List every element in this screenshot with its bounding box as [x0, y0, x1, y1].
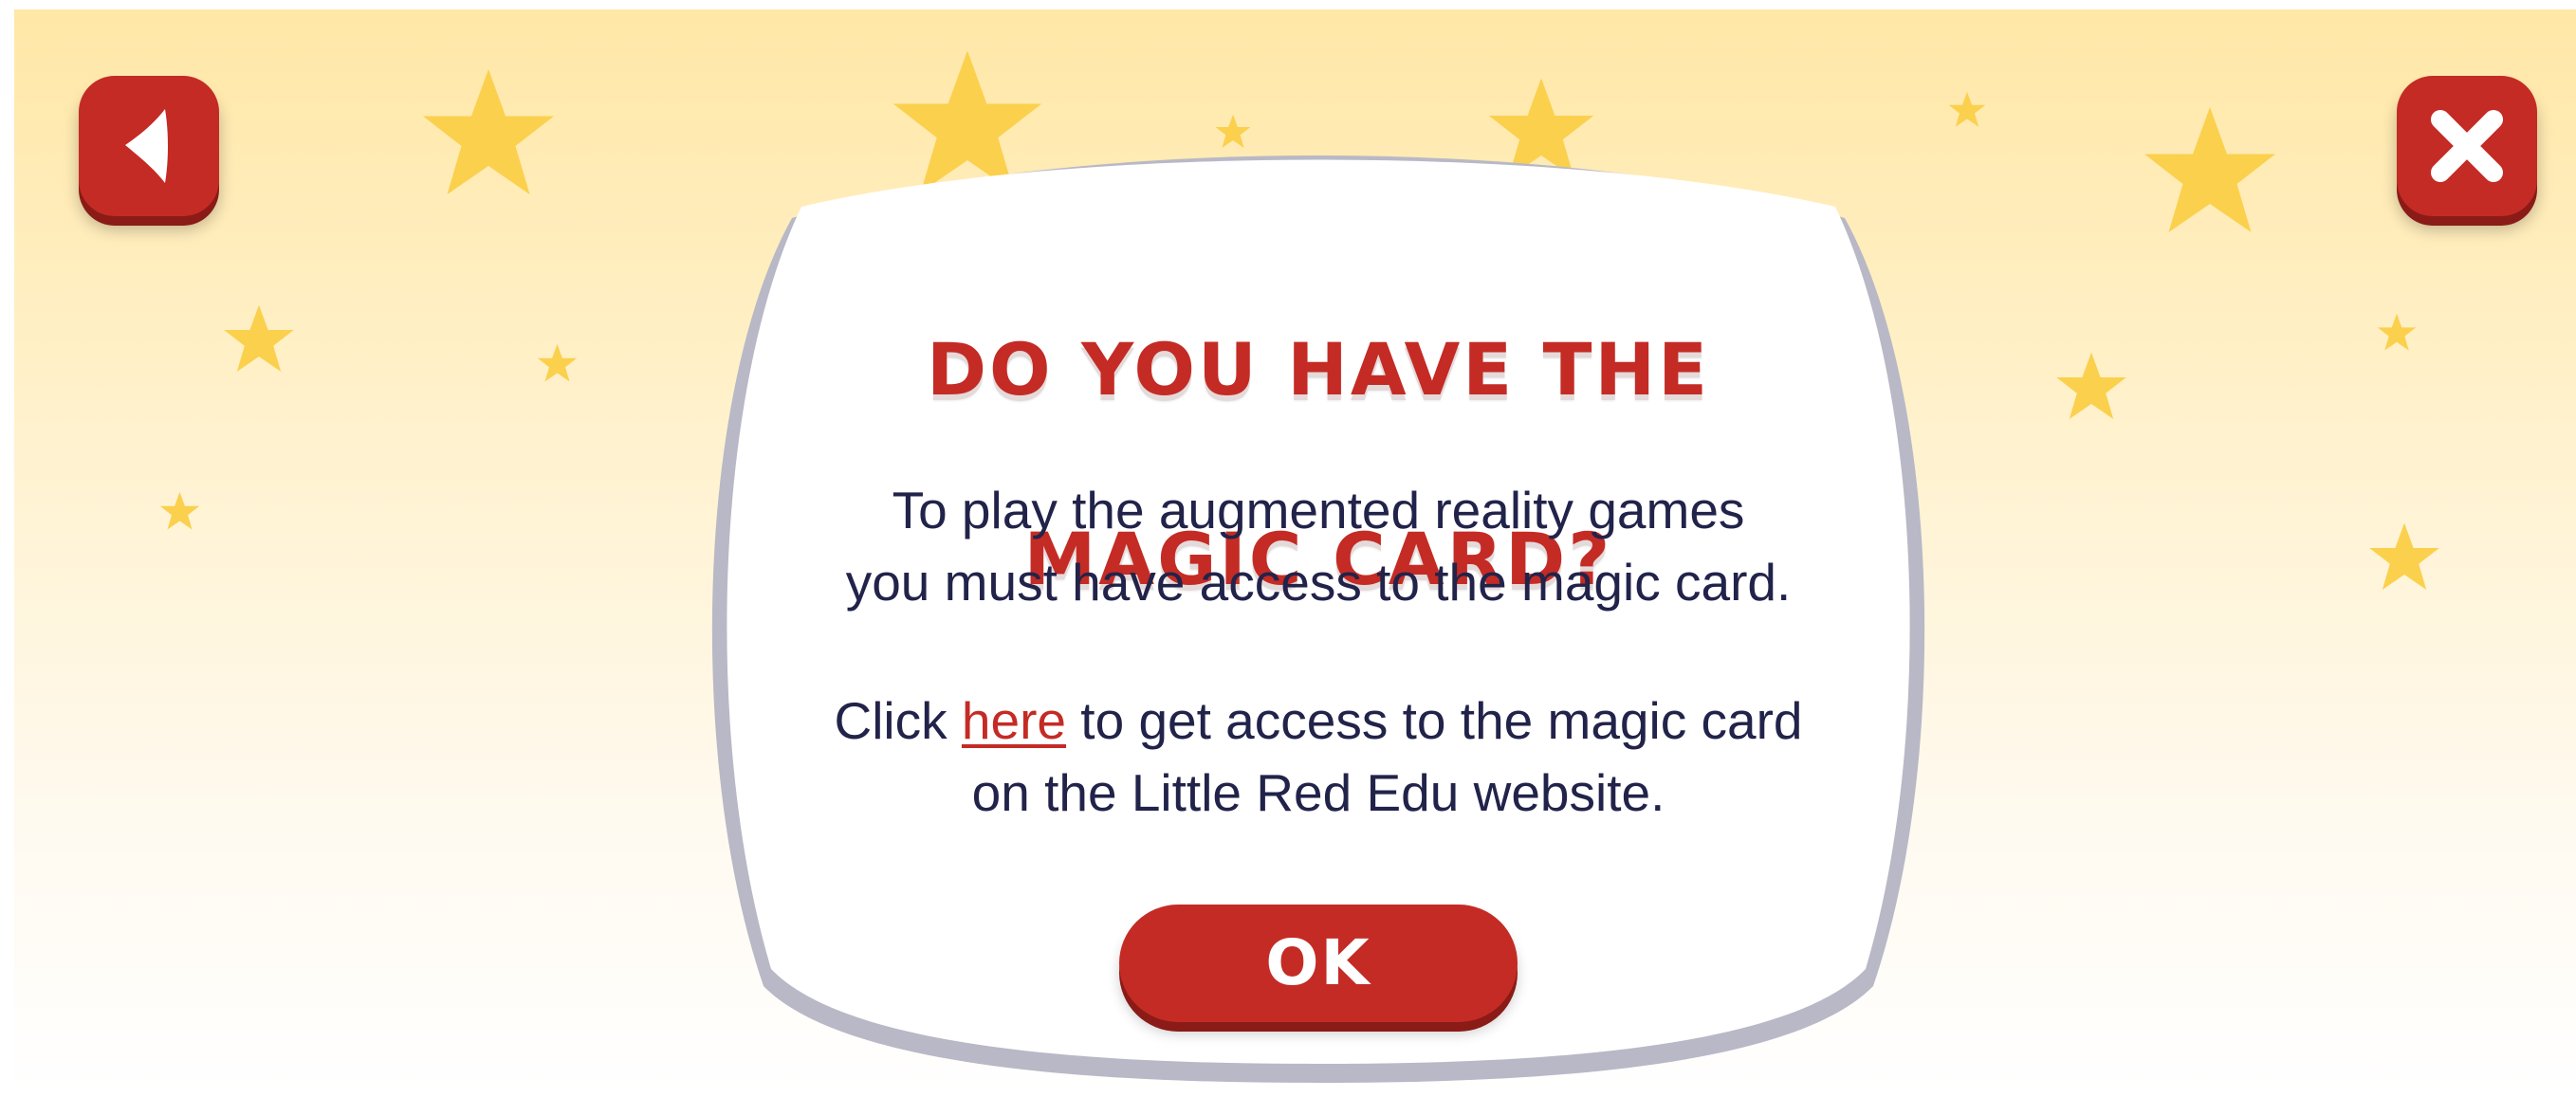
dialog-title: DO YOU HAVE THE MAGIC CARD?	[669, 228, 1968, 702]
star-icon	[1948, 91, 1986, 127]
star-icon	[423, 69, 554, 194]
message-line-2: you must have access to the magic card.	[845, 553, 1792, 612]
link-prefix: Click	[834, 691, 962, 750]
link-suffix: to get access to the magic card	[1066, 691, 1803, 750]
dialog-title-line-1: DO YOU HAVE THE	[926, 327, 1711, 411]
star-icon	[2056, 352, 2126, 419]
star-icon	[2144, 107, 2275, 232]
dialog-message: To play the augmented reality games you …	[669, 474, 1968, 618]
star-icon	[2377, 313, 2417, 351]
link-message-line-1: Click here to get access to the magic ca…	[669, 685, 1968, 757]
close-button[interactable]	[2397, 76, 2537, 216]
star-icon	[224, 304, 294, 372]
magic-card-dialog: DO YOU HAVE THE MAGIC CARD? To play the …	[669, 152, 1968, 1090]
back-button[interactable]	[79, 76, 219, 216]
star-icon	[537, 343, 578, 382]
star-icon	[2369, 522, 2439, 590]
message-line-1: To play the augmented reality games	[892, 481, 1745, 539]
star-icon	[159, 491, 200, 530]
link-message-line-2: on the Little Red Edu website.	[971, 763, 1665, 822]
close-x-icon	[2431, 110, 2503, 182]
background-stage: DO YOU HAVE THE MAGIC CARD? To play the …	[14, 9, 2576, 1097]
dialog-link-message: Click here to get access to the magic ca…	[669, 685, 1968, 829]
here-link[interactable]: here	[962, 691, 1066, 750]
star-icon	[1215, 114, 1251, 148]
back-arrow-icon	[125, 109, 168, 183]
ok-button[interactable]: OK	[1119, 905, 1518, 1022]
